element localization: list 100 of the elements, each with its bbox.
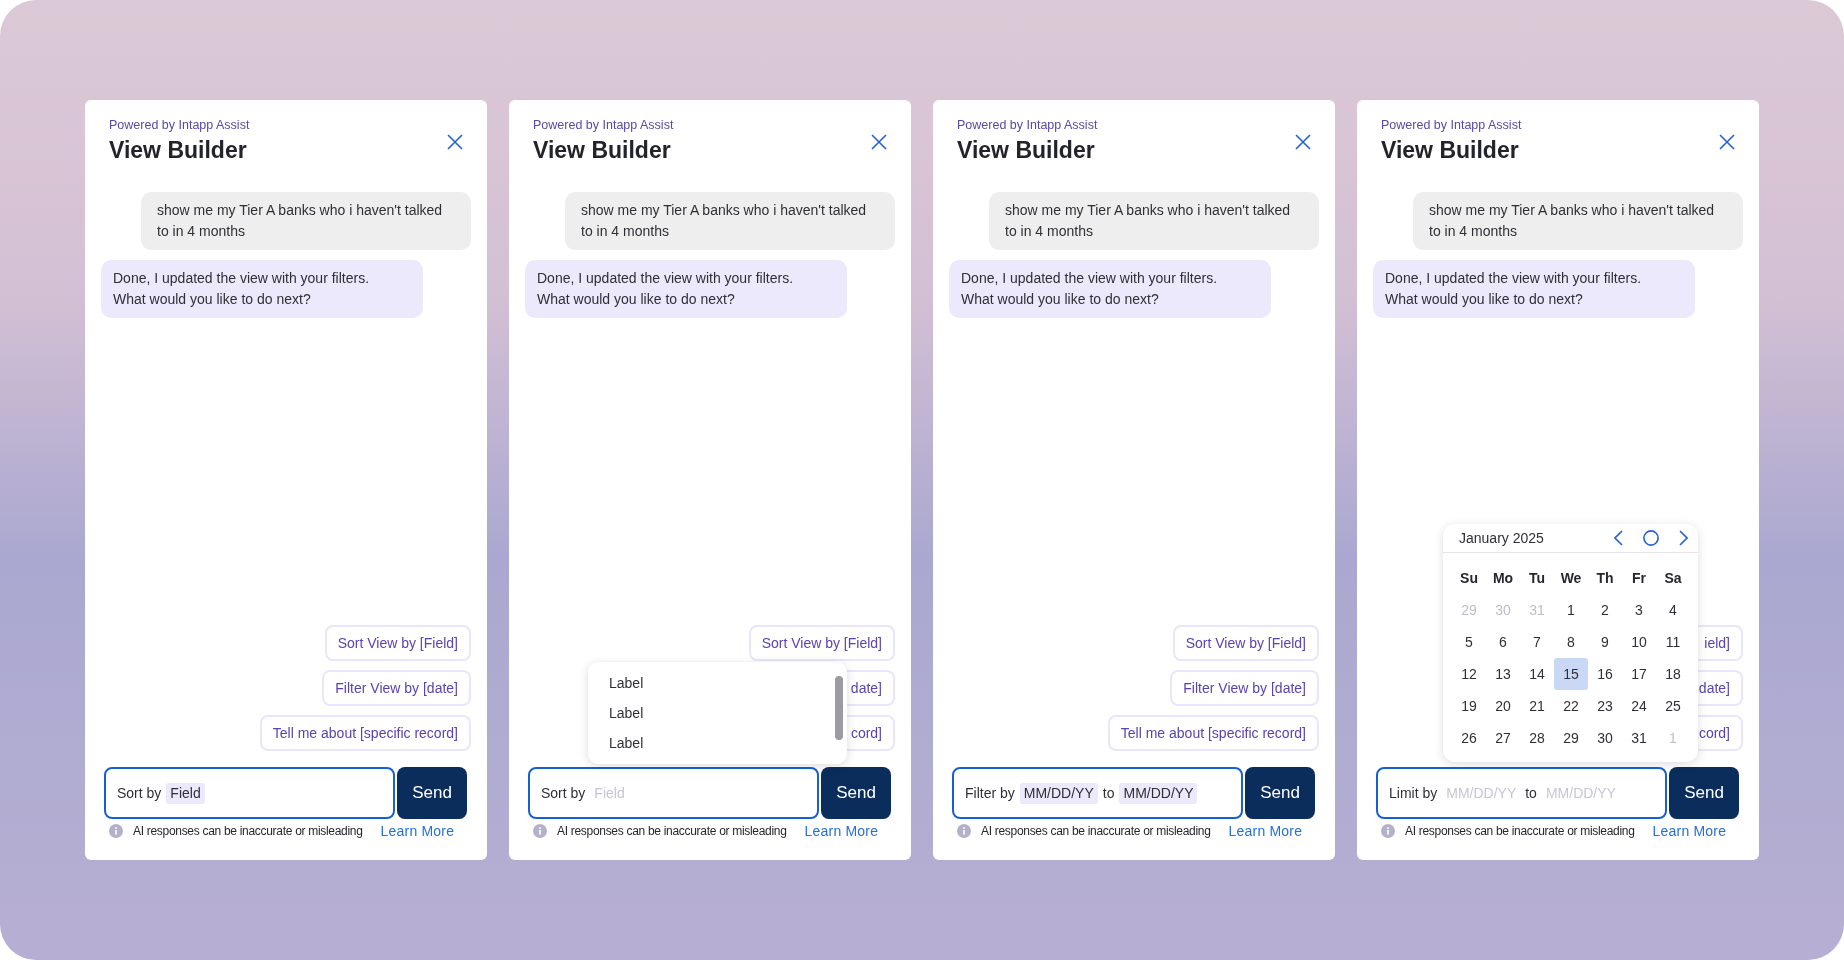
close-icon [1295, 134, 1311, 150]
calendar-day[interactable]: 24 [1622, 690, 1656, 722]
disclaimer-text: AI responses can be inaccurate or misleading [133, 824, 363, 838]
learn-more-link[interactable]: Learn More [380, 823, 455, 839]
disclaimer-text: AI responses can be inaccurate or misleading [557, 824, 787, 838]
send-button[interactable]: Send [1669, 767, 1739, 819]
send-button[interactable]: Send [1245, 767, 1315, 819]
calendar-day[interactable]: 17 [1622, 658, 1656, 690]
scrollbar-thumb[interactable] [835, 676, 843, 740]
assistant-message: Done, I updated the view with your filters. What would you like to do next? [525, 260, 847, 318]
calendar-day[interactable]: 7 [1520, 626, 1554, 658]
close-icon [871, 134, 887, 150]
message-input[interactable]: Limit by MM/DD/YY to MM/DD/YY [1376, 767, 1667, 819]
dropdown-option[interactable]: Label [588, 668, 833, 698]
suggestion-chip[interactable]: Tell me about [specific record] [1107, 715, 1319, 751]
panel-title: View Builder [109, 136, 247, 164]
message-input[interactable]: Sort by Field [104, 767, 395, 819]
send-button[interactable]: Send [397, 767, 467, 819]
calendar-day[interactable]: 14 [1520, 658, 1554, 690]
info-icon [109, 824, 123, 838]
disclaimer-text: AI responses can be inaccurate or misleading [1405, 824, 1635, 838]
input-label: Sort by [117, 785, 162, 801]
close-icon [447, 134, 463, 150]
suggestion-chip[interactable]: Sort View by [Field] [748, 625, 895, 661]
close-button[interactable] [1295, 134, 1311, 150]
calendar-day[interactable]: 31 [1622, 722, 1656, 754]
panel-title: View Builder [1381, 136, 1519, 164]
send-button[interactable]: Send [821, 767, 891, 819]
calendar-day[interactable]: 26 [1452, 722, 1486, 754]
weekday-label: Tu [1527, 569, 1547, 588]
calendar-day[interactable]: 28 [1520, 722, 1554, 754]
dropdown-option[interactable]: Label [588, 698, 833, 728]
field-slot[interactable]: MM/DD/YY [1019, 782, 1098, 804]
calendar-day[interactable]: 30 [1588, 722, 1622, 754]
calendar-day[interactable]: 21 [1520, 690, 1554, 722]
previous-month-button[interactable] [1614, 530, 1623, 546]
field-slot[interactable]: MM/DD/YY [1541, 782, 1620, 804]
calendar-day[interactable]: 2 [1588, 594, 1622, 626]
chevron-right-icon [1679, 530, 1688, 546]
circle-icon [1643, 530, 1659, 546]
field-slot[interactable]: Field [166, 782, 205, 804]
weekday-label: Fr [1631, 569, 1647, 588]
calendar-day[interactable]: 4 [1656, 594, 1690, 626]
calendar-day[interactable]: 1 [1554, 594, 1588, 626]
user-message: show me my Tier A banks who i haven't talked to in 4 months [141, 192, 471, 250]
dropdown-option[interactable]: Label [588, 728, 833, 758]
info-icon [533, 824, 547, 838]
input-label: to [1102, 785, 1115, 801]
field-slot[interactable]: MM/DD/YY [1442, 782, 1521, 804]
calendar-day[interactable]: 11 [1656, 626, 1690, 658]
close-button[interactable] [1719, 134, 1735, 150]
weekday-label: We [1559, 569, 1583, 588]
calendar-day[interactable]: 5 [1452, 626, 1486, 658]
next-month-button[interactable] [1679, 530, 1688, 546]
user-message: show me my Tier A banks who i haven't talked to in 4 months [565, 192, 895, 250]
calendar-day[interactable]: 16 [1588, 658, 1622, 690]
calendar-day[interactable]: 8 [1554, 626, 1588, 658]
weekday-label: Sa [1663, 569, 1683, 588]
calendar-day[interactable]: 27 [1486, 722, 1520, 754]
suggestion-chip[interactable]: Tell me about [specific record] [259, 715, 471, 751]
field-slot[interactable]: MM/DD/YY [1119, 782, 1198, 804]
weekday-label: Th [1595, 569, 1615, 588]
info-icon [957, 824, 971, 838]
field-slot[interactable]: Field [590, 782, 629, 804]
today-button[interactable] [1643, 530, 1659, 546]
panel-title: View Builder [533, 136, 671, 164]
calendar-day[interactable]: 20 [1486, 690, 1520, 722]
user-message: show me my Tier A banks who i haven't talked to in 4 months [989, 192, 1319, 250]
assistant-message: Done, I updated the view with your filters. What would you like to do next? [101, 260, 423, 318]
powered-by-label: Powered by Intapp Assist [109, 117, 250, 134]
assistant-message: Done, I updated the view with your filters. What would you like to do next? [1373, 260, 1695, 318]
suggestion-chip[interactable]: Filter View by [date] [322, 670, 471, 706]
chevron-left-icon [1614, 530, 1623, 546]
calendar-day[interactable]: 3 [1622, 594, 1656, 626]
calendar-day[interactable]: 10 [1622, 626, 1656, 658]
suggestion-chip[interactable]: Sort View by [Field] [324, 625, 471, 661]
input-label: Filter by [965, 785, 1015, 801]
calendar-day[interactable]: 22 [1554, 690, 1588, 722]
calendar-day[interactable]: 13 [1486, 658, 1520, 690]
calendar-day[interactable]: 12 [1452, 658, 1486, 690]
powered-by-label: Powered by Intapp Assist [957, 117, 1098, 134]
learn-more-link[interactable]: Learn More [1228, 823, 1303, 839]
month-label: January 2025 [1459, 530, 1544, 546]
input-label: Limit by [1389, 785, 1438, 801]
learn-more-link[interactable]: Learn More [804, 823, 879, 839]
user-message: show me my Tier A banks who i haven't talked to in 4 months [1413, 192, 1743, 250]
learn-more-link[interactable]: Learn More [1652, 823, 1727, 839]
calendar-day[interactable]: 19 [1452, 690, 1486, 722]
close-button[interactable] [871, 134, 887, 150]
message-input[interactable]: Sort by Field [528, 767, 819, 819]
calendar-day[interactable]: 23 [1588, 690, 1622, 722]
input-label: to [1525, 785, 1537, 801]
calendar-day[interactable]: 9 [1588, 626, 1622, 658]
calendar-day[interactable]: 29 [1554, 722, 1588, 754]
calendar-day[interactable]: 15 [1554, 658, 1588, 690]
message-input[interactable]: Filter by MM/DD/YY to MM/DD/YY [952, 767, 1243, 819]
suggestion-chip[interactable]: Sort View by [Field] [1172, 625, 1319, 661]
calendar-day[interactable]: 6 [1486, 626, 1520, 658]
suggestion-chip[interactable]: Filter View by [date] [1170, 670, 1319, 706]
close-button[interactable] [447, 134, 463, 150]
